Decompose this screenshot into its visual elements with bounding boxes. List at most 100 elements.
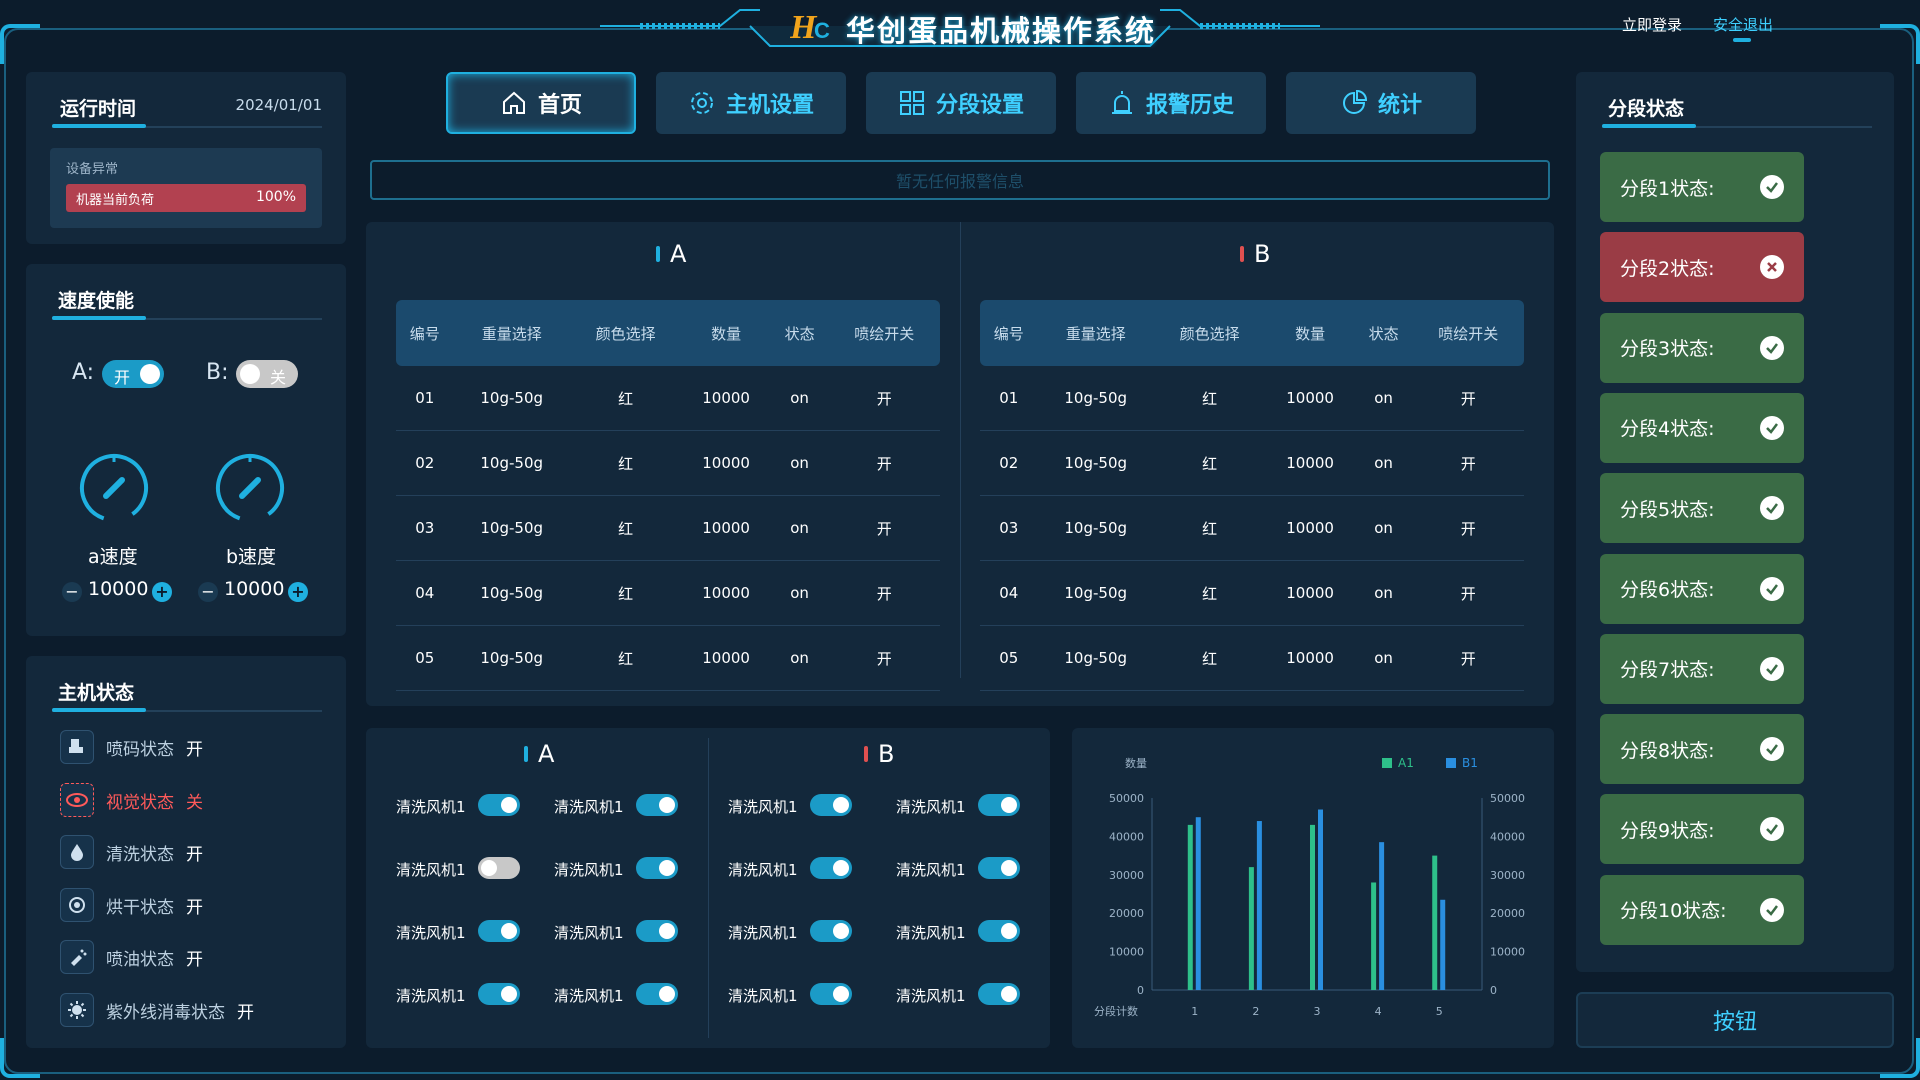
legend-label: A1: [1398, 756, 1414, 770]
check-icon: [1760, 656, 1784, 681]
fan-toggle[interactable]: [478, 920, 520, 942]
action-button[interactable]: 按钮: [1576, 992, 1894, 1048]
tab-statistics[interactable]: 统计: [1286, 72, 1476, 134]
tab-label: 统计: [1377, 93, 1422, 118]
x-axis-label: 分段计数: [1094, 1004, 1138, 1018]
legend-label: B1: [1462, 756, 1478, 770]
fan-toggle[interactable]: [810, 794, 852, 816]
fan-toggle[interactable]: [810, 920, 852, 942]
table-cell: 开: [828, 430, 940, 496]
login-link[interactable]: 立即登录: [1622, 14, 1682, 35]
fan-toggle[interactable]: [636, 794, 678, 816]
speed-title: 速度使能: [58, 290, 135, 312]
table-cell: on: [770, 560, 829, 626]
fan-toggle[interactable]: [636, 920, 678, 942]
frame-corner: [1880, 24, 1920, 64]
tab-alarm-history[interactable]: 报警历史: [1076, 72, 1266, 134]
fan-toggle[interactable]: [478, 794, 520, 816]
title-accent: [52, 708, 146, 712]
segment-status-card: 分段2状态:: [1600, 232, 1804, 303]
dryer-icon: [60, 888, 94, 922]
table-cell: on: [1354, 366, 1413, 431]
table-cell: 10000: [1265, 366, 1355, 431]
table-cell: 10g-50g: [453, 430, 570, 496]
fan-label: 清洗风机1: [728, 924, 798, 942]
segment-status-card: 分段9状态:: [1600, 794, 1804, 865]
bar-a1-2: [1248, 867, 1254, 990]
segment-status-card: 分段8状态:: [1600, 714, 1804, 785]
fan-toggle[interactable]: [978, 857, 1020, 879]
bar-a1-3: [1310, 824, 1315, 990]
table-cell: 10000: [1265, 495, 1355, 561]
fan-label: 清洗风机1: [728, 987, 798, 1005]
fan-toggle[interactable]: [810, 983, 852, 1005]
y-tick-label: 20000: [1490, 907, 1525, 920]
table-cell: 红: [1153, 495, 1266, 561]
status-row-wash: 清洗状态 开: [60, 832, 203, 872]
divider: [960, 222, 961, 678]
speed-b-increment-button[interactable]: +: [288, 582, 308, 602]
table-cell: 开: [828, 560, 940, 626]
table-cell: 10000: [681, 560, 771, 626]
segment-label: 分段7状态:: [1620, 659, 1715, 682]
status-value: 开: [186, 739, 203, 760]
tab-home[interactable]: 首页: [446, 72, 636, 134]
segment-label: 分段2状态:: [1620, 257, 1715, 280]
speed-b-toggle[interactable]: 关: [236, 360, 298, 388]
speed-a-increment-button[interactable]: +: [152, 582, 172, 602]
table-cell: 红: [1153, 430, 1266, 496]
fan-toggle[interactable]: [478, 983, 520, 1005]
column-header: 喷绘开关: [1412, 300, 1524, 366]
table-b: 编号 重量选择 颜色选择 数量 状态 喷绘开关 01 10g-50g 红 10000 o…: [980, 300, 1524, 691]
status-value: 关: [186, 792, 203, 813]
fan-toggle[interactable]: [978, 920, 1020, 942]
load-percent: 100%: [255, 189, 296, 205]
load-bar-track: 机器当前负荷 100%: [66, 184, 306, 212]
fan-toggle[interactable]: [978, 983, 1020, 1005]
table-cell: 10g-50g: [453, 495, 570, 561]
table-cell: 03: [396, 495, 454, 561]
fan-toggle[interactable]: [636, 857, 678, 879]
table-row: 05 10g-50g 红 10000 on 开: [980, 625, 1524, 691]
y-tick-label: 30000: [1490, 869, 1525, 882]
bar-a1-5: [1432, 855, 1438, 990]
status-label: 清洗状态: [106, 844, 174, 865]
segment-status-card: 分段10状态:: [1600, 874, 1804, 945]
fan-toggle[interactable]: [810, 857, 852, 879]
status-row-vision: 视觉状态 关: [60, 780, 203, 820]
fan-label: 清洗风机1: [396, 924, 466, 942]
toggle-knob: [140, 364, 160, 384]
check-icon: [1760, 496, 1784, 521]
bar-b1-1: [1195, 817, 1201, 990]
table-cell: on: [1354, 495, 1413, 561]
runtime-title: 运行时间: [60, 98, 137, 120]
table-cell: on: [1354, 430, 1413, 496]
speed-b-decrement-button[interactable]: −: [198, 582, 218, 602]
tab-host-settings[interactable]: 主机设置: [656, 72, 846, 134]
speed-a-decrement-button[interactable]: −: [62, 582, 82, 602]
speed-a-toggle[interactable]: 开: [102, 360, 164, 388]
tab-segment-settings[interactable]: 分段设置: [866, 72, 1056, 134]
logout-link[interactable]: 安全退出: [1713, 14, 1773, 35]
table-cell: on: [1354, 560, 1413, 626]
legend-swatch: [1446, 758, 1456, 768]
fans-a-heading: A: [524, 740, 554, 768]
frame-corner: [0, 24, 40, 64]
fan-toggle[interactable]: [636, 983, 678, 1005]
status-label: 喷油状态: [106, 949, 174, 970]
y-tick-label: 30000: [1109, 869, 1144, 882]
alarm-icon: [1111, 91, 1132, 114]
bar-b1-2: [1256, 821, 1262, 990]
y-tick-label: 50000: [1109, 792, 1144, 805]
column-header: 喷绘开关: [828, 300, 940, 366]
fan-toggle[interactable]: [978, 794, 1020, 816]
fan-toggle[interactable]: [478, 857, 520, 879]
tab-label: 首页: [537, 93, 582, 118]
speed-b-gauge-label: b速度: [226, 546, 277, 568]
table-cell: 开: [1412, 495, 1524, 561]
column-header: 颜色选择: [1153, 300, 1266, 366]
table-cell: 红: [569, 495, 682, 561]
check-icon: [1760, 817, 1784, 842]
table-cell: 10000: [1265, 625, 1355, 691]
title-accent: [1602, 124, 1696, 128]
